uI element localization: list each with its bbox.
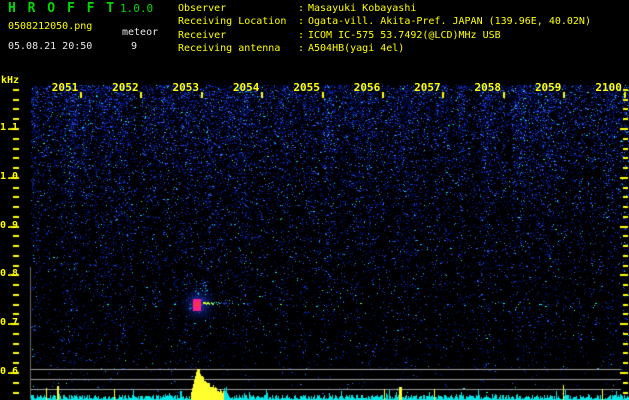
y-axis-unit-label: kHz xyxy=(1,75,20,86)
x-tick-label-2100: 2100 xyxy=(595,81,622,94)
spectrogram-plot xyxy=(0,0,629,400)
meteor-count: 9 xyxy=(131,41,138,52)
x-tick-label-2055: 2055 xyxy=(293,81,320,94)
y-tick-label-1.1: 1.1 xyxy=(0,122,19,133)
y-tick-label-0.7: 0.7 xyxy=(0,317,19,329)
output-filename: 0508212050.png xyxy=(8,21,93,32)
info-row-1: Receiving Location: Ogata-vill. Akita-Pre… xyxy=(178,15,591,28)
x-tick-label-2054: 2054 xyxy=(232,81,260,94)
info-colon: : xyxy=(298,43,305,55)
x-tick-label-2053: 2053 xyxy=(172,81,200,94)
app-title: H R O F F T xyxy=(8,1,117,16)
x-tick-label-2051: 2051 xyxy=(51,81,79,94)
station-info: Observer: Masayuki Kobayashi Receiving Loc… xyxy=(178,2,591,56)
info-row-0: Observer: Masayuki Kobayashi xyxy=(178,2,591,15)
info-label: Receiving antenna xyxy=(178,43,281,55)
app-version: 1.0.0 xyxy=(120,2,154,15)
info-value: Masayuki Kobayashi xyxy=(308,3,417,14)
info-value: A504HB(yagi 4el) xyxy=(308,43,405,55)
x-tick-label-2058: 2058 xyxy=(474,81,502,94)
x-tick-label-2052: 2052 xyxy=(112,81,139,94)
x-tick-label-2059: 2059 xyxy=(534,81,562,94)
mode-label: meteor xyxy=(122,27,159,38)
y-tick-label-1.0: 1.0 xyxy=(0,170,19,182)
info-row-3: Receiving antenna: A504HB(yagi 4el) xyxy=(178,42,591,55)
info-label: Observer xyxy=(178,3,227,14)
info-colon: : xyxy=(298,3,305,14)
x-tick-label-2057: 2057 xyxy=(414,81,441,94)
info-label: Receiver xyxy=(178,29,227,41)
y-tick-label-0.9: 0.9 xyxy=(0,219,19,231)
info-label: Receiving Location xyxy=(178,16,287,28)
info-colon: : xyxy=(298,16,305,28)
hrofft-screen: { "app": { "title": "H R O F F T", "vers… xyxy=(0,0,629,400)
info-colon: : xyxy=(298,29,305,41)
x-tick-label-2056: 2056 xyxy=(353,81,381,94)
y-tick-label-0.6: 0.6 xyxy=(0,366,19,377)
y-tick-label-0.8: 0.8 xyxy=(0,268,19,280)
info-value: ICOM IC-575 53.7492(@LCD)MHz USB xyxy=(308,29,501,41)
info-value: Ogata-vill. Akita-Pref. JAPAN (139.96E, … xyxy=(308,16,591,28)
datetime-label: 05.08.21 20:50 xyxy=(8,41,93,52)
info-row-2: Receiver: ICOM IC-575 53.7492(@LCD)MHz US… xyxy=(178,29,591,42)
